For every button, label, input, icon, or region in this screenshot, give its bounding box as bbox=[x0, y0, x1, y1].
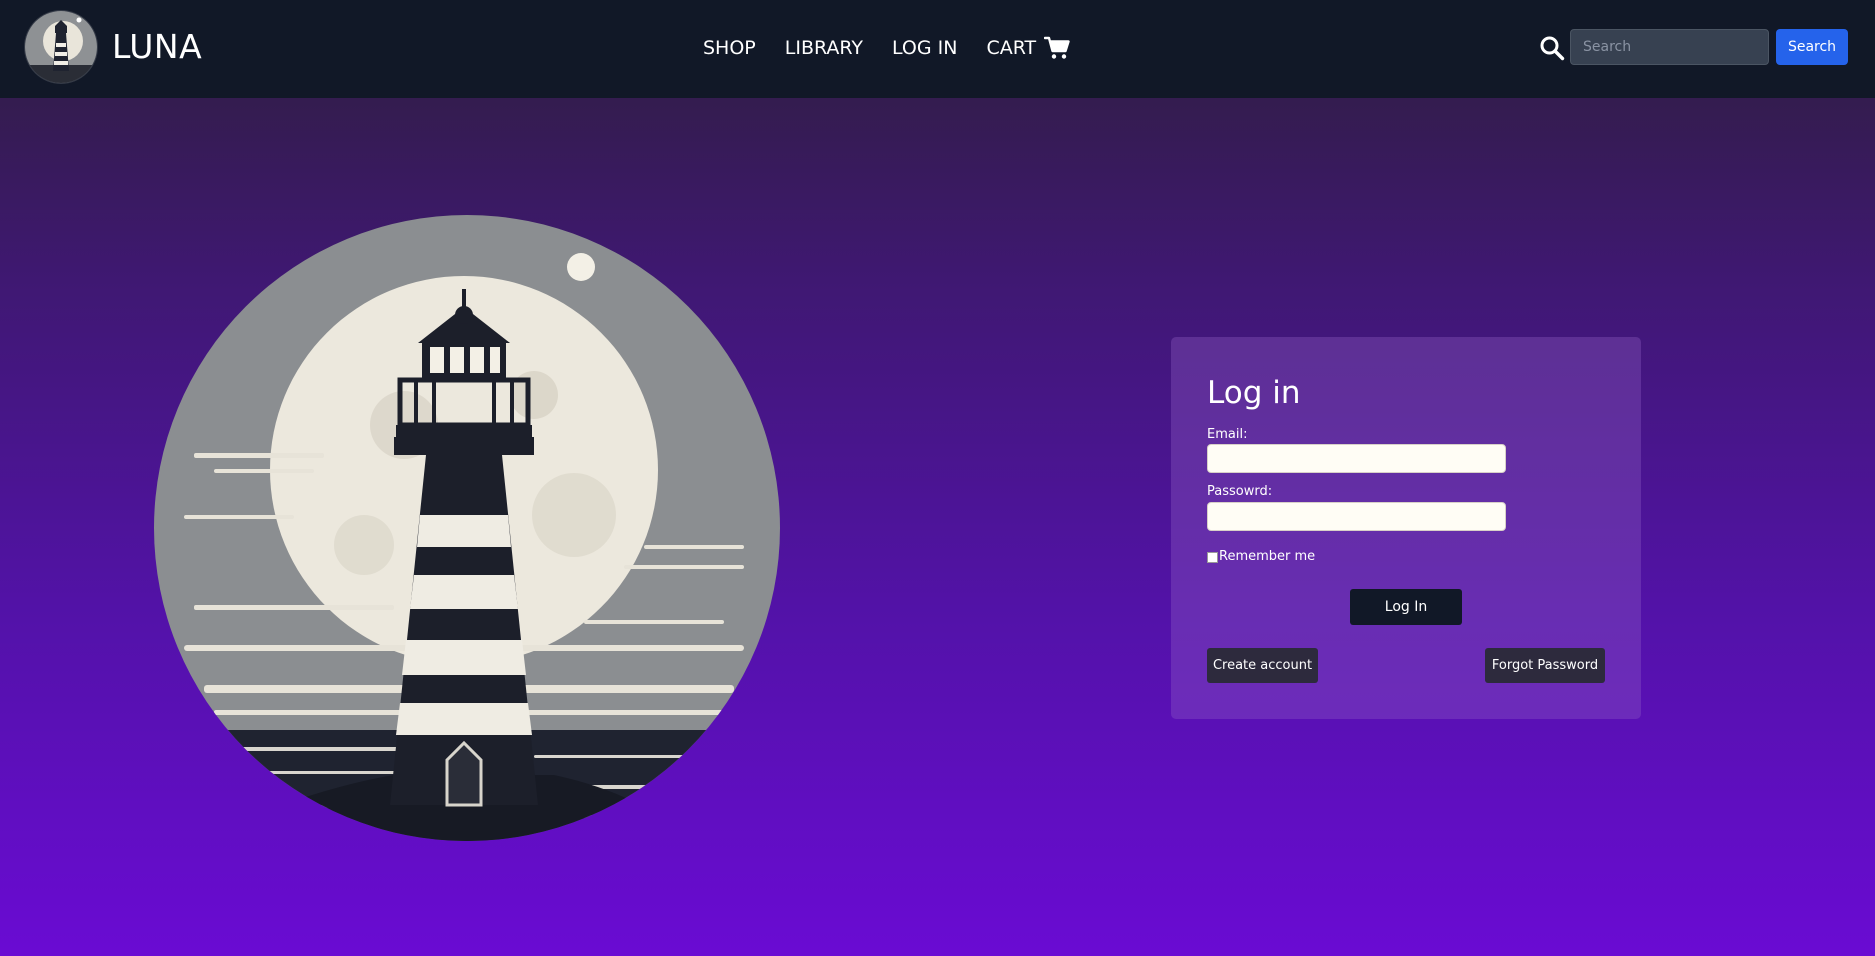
password-label: Passowrd: bbox=[1207, 484, 1273, 499]
hero-lighthouse-image bbox=[154, 215, 780, 841]
brand-logo-icon[interactable] bbox=[25, 11, 97, 83]
log-in-button[interactable]: Log In bbox=[1350, 589, 1462, 625]
main-nav: SHOP LIBRARY LOG IN CART bbox=[703, 34, 1070, 62]
nav-library[interactable]: LIBRARY bbox=[785, 34, 863, 62]
remember-me-label[interactable]: Remember me bbox=[1219, 548, 1315, 566]
nav-log-in[interactable]: LOG IN bbox=[892, 34, 957, 62]
top-navbar: LUNA SHOP LIBRARY LOG IN CART Search bbox=[0, 0, 1875, 98]
brand-name[interactable]: LUNA bbox=[112, 22, 202, 72]
magnifier-icon[interactable] bbox=[1539, 35, 1565, 61]
login-card: Log in Email: Passowrd: Remember me Log … bbox=[1171, 337, 1641, 719]
remember-me-row: Remember me bbox=[1207, 548, 1315, 566]
password-field[interactable] bbox=[1207, 502, 1506, 531]
forgot-password-button[interactable]: Forgot Password bbox=[1485, 648, 1605, 683]
create-account-button[interactable]: Create account bbox=[1207, 648, 1318, 683]
search-button[interactable]: Search bbox=[1776, 29, 1848, 65]
nav-cart[interactable]: CART bbox=[986, 34, 1070, 62]
remember-me-checkbox[interactable] bbox=[1207, 551, 1218, 563]
nav-cart-label: CART bbox=[986, 37, 1037, 59]
login-title: Log in bbox=[1207, 375, 1301, 411]
search-input[interactable] bbox=[1570, 29, 1769, 65]
nav-shop[interactable]: SHOP bbox=[703, 34, 756, 62]
shopping-cart-icon bbox=[1044, 36, 1070, 60]
email-label: Email: bbox=[1207, 427, 1248, 442]
email-field[interactable] bbox=[1207, 444, 1506, 473]
